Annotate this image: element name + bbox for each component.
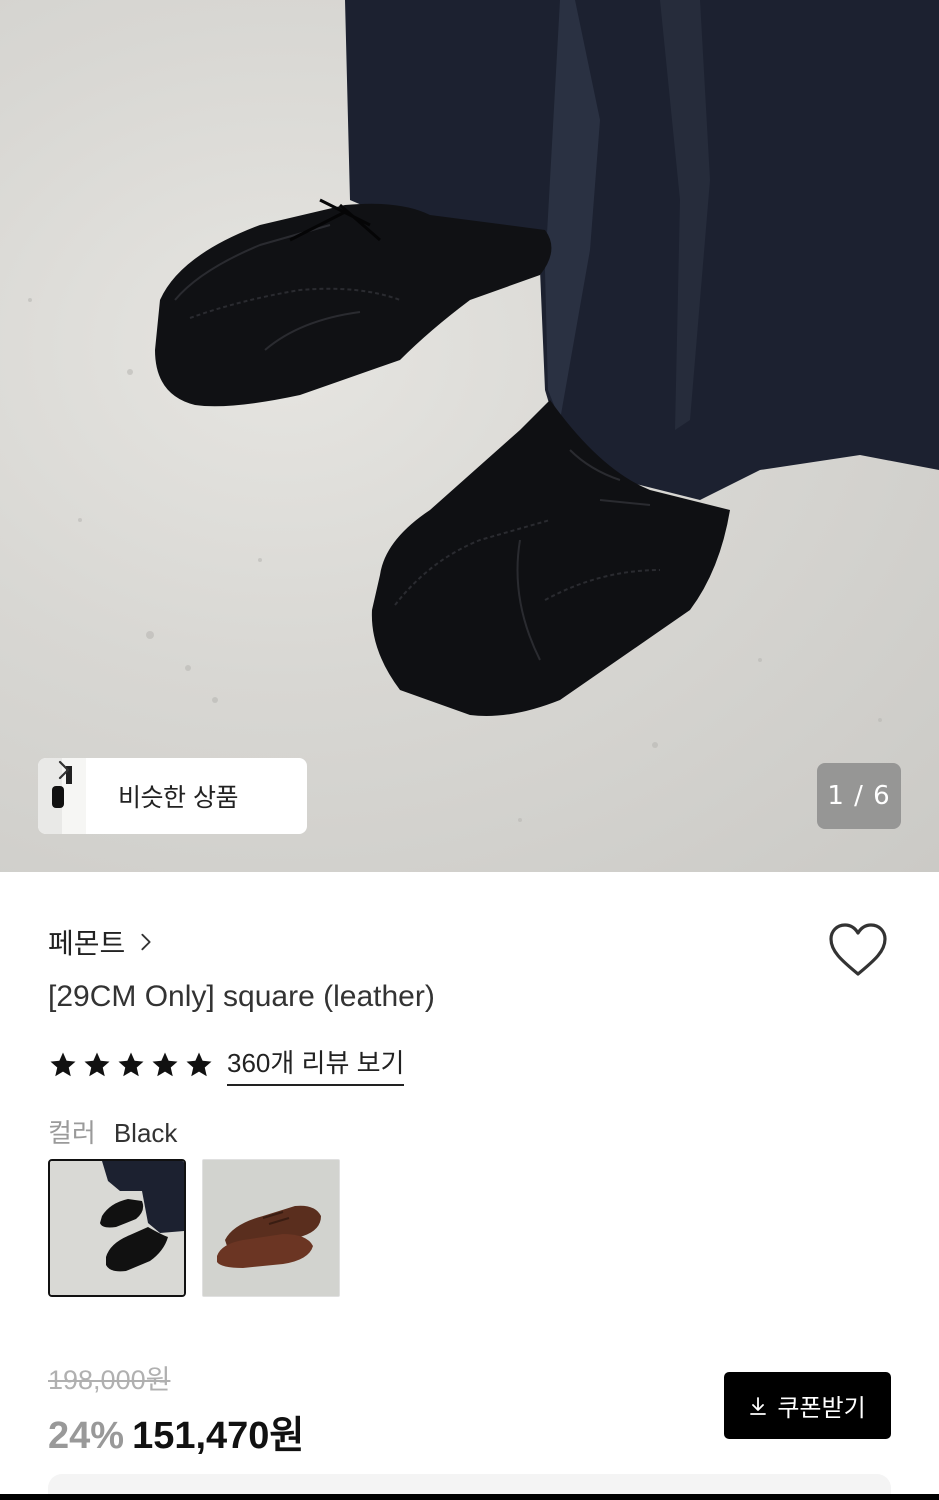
star-icon [50,1052,76,1076]
image-counter: 1 / 6 [817,763,901,829]
download-icon [750,1396,767,1415]
product-hero-image[interactable]: 비슷한 상품 1 / 6 [0,0,939,872]
sale-price: 151,470원 [132,1415,305,1457]
color-label: 컬러 [48,1119,96,1149]
heart-icon[interactable] [827,922,889,978]
color-swatch-brown[interactable] [202,1159,340,1297]
star-icon [186,1052,212,1076]
star-icon [84,1052,110,1076]
review-link[interactable]: 360개 리뷰 보기 [227,1043,405,1086]
color-swatch-black[interactable] [48,1159,186,1297]
price-row: 24% 151,470원 [48,1404,304,1459]
coupon-label: 쿠폰받기 [777,1394,866,1422]
chevron-right-icon [141,933,151,951]
chevron-right-icon [58,760,70,780]
discount-rate: 24% [48,1415,125,1457]
color-row: 컬러 Black [48,1113,177,1150]
swatch-brown-image [203,1160,339,1296]
brand-name: 페몬트 [48,927,126,960]
rating-row: 360개 리뷰 보기 [48,1043,405,1086]
brand-link[interactable]: 페몬트 [48,922,157,962]
star-icon [152,1052,178,1076]
similar-products-label: 비슷한 상품 [118,783,238,812]
star-icon [118,1052,144,1076]
shoe-photo [28,0,939,822]
swatch-black-image [50,1161,184,1295]
original-price: 198,000원 [48,1365,171,1395]
color-value: Black [113,1118,178,1148]
bottom-bar [0,1494,939,1500]
product-title: [29CM Only] square (leather) [48,980,435,1013]
rating-stars [48,1050,214,1080]
coupon-button[interactable]: 쿠폰받기 [724,1372,891,1439]
similar-products-button[interactable]: 비슷한 상품 [38,758,307,834]
